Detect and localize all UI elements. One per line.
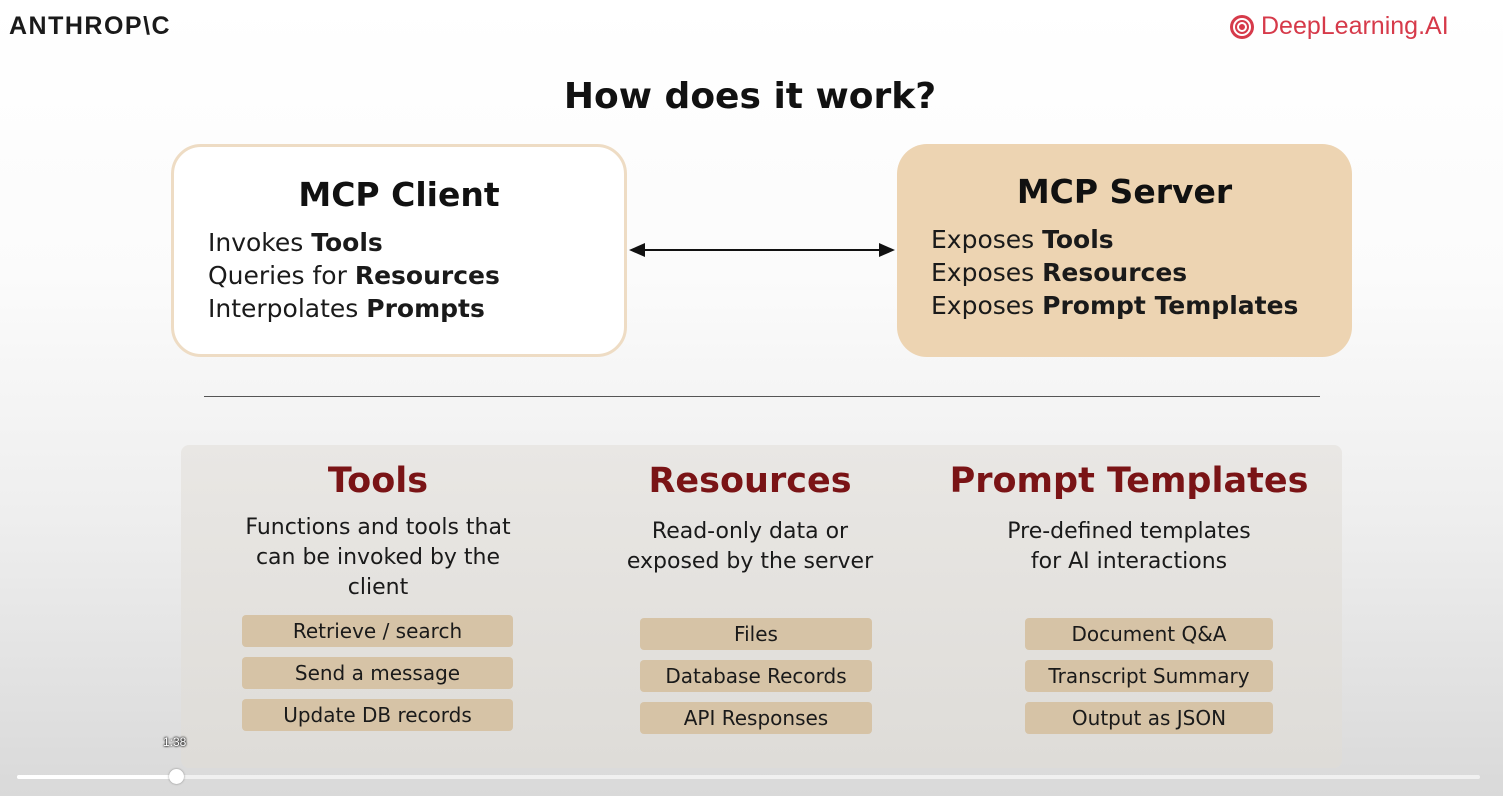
resources-item: Files	[640, 618, 872, 650]
server-line: Exposes Prompt Templates	[931, 291, 1299, 320]
divider	[204, 396, 1320, 397]
deeplearning-logo-icon	[1230, 14, 1254, 39]
prompt-templates-item: Document Q&A	[1025, 618, 1273, 650]
deeplearning-wordmark: DeepLearning.AI	[1261, 12, 1449, 40]
client-line: Invokes Tools	[208, 228, 383, 257]
client-line: Queries for Resources	[208, 261, 500, 290]
video-scrubber-handle[interactable]	[169, 769, 185, 784]
anthropic-logo: ANTHROP\C	[9, 12, 172, 40]
server-line: Exposes Resources	[931, 258, 1188, 287]
prompt-templates-item: Output as JSON	[1025, 702, 1273, 734]
tools-item: Update DB records	[242, 699, 513, 731]
tools-item: Retrieve / search	[242, 615, 513, 647]
resources-item: API Responses	[640, 702, 872, 734]
mcp-server-box: MCP Server Exposes Tools Exposes Resourc…	[897, 144, 1352, 357]
mcp-server-title: MCP Server	[1016, 172, 1233, 211]
prompt-templates-title: Prompt Templates	[949, 461, 1309, 501]
video-progress-fill	[17, 775, 177, 779]
resources-title: Resources	[648, 461, 852, 501]
video-progress-bar[interactable]	[17, 769, 1480, 784]
resources-description: Read-only data or exposed by the server	[626, 519, 874, 574]
server-line: Exposes Tools	[931, 225, 1114, 254]
tools-item: Send a message	[242, 657, 513, 689]
resources-item: Database Records	[640, 660, 872, 692]
bidirectional-arrow-icon	[629, 243, 895, 257]
tools-column: Tools Functions and tools that can be in…	[208, 445, 548, 768]
mcp-client-box: MCP Client Invokes Tools Queries for Res…	[171, 144, 627, 357]
client-line: Interpolates Prompts	[208, 294, 485, 323]
prompt-templates-description: Pre-defined templates for AI interaction…	[1007, 519, 1251, 574]
tools-description: Functions and tools that can be invoked …	[245, 515, 511, 600]
deeplearning-ai-logo: DeepLearning.AI	[1228, 12, 1449, 41]
capabilities-panel: Tools Functions and tools that can be in…	[181, 445, 1342, 768]
resources-column: Resources Read-only data or exposed by t…	[600, 445, 900, 768]
slide-title: How does it work?	[563, 76, 937, 117]
tools-title: Tools	[327, 461, 429, 501]
video-timestamp: 1:38	[163, 735, 187, 749]
prompt-templates-column: Prompt Templates Pre-defined templates f…	[950, 445, 1353, 768]
prompt-templates-item: Transcript Summary	[1025, 660, 1273, 692]
mcp-client-title: MCP Client	[298, 175, 500, 214]
